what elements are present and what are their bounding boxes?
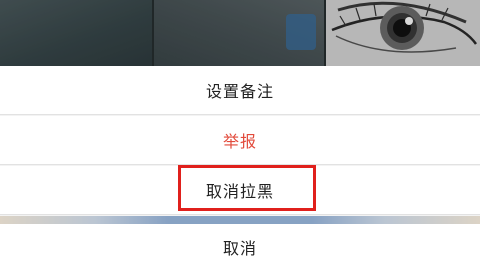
cancel-button[interactable]: 取消 <box>0 224 480 270</box>
background-peek <box>0 216 480 224</box>
set-remark-button[interactable]: 设置备注 <box>0 66 480 115</box>
photo-grid <box>0 0 480 66</box>
action-sheet: 设置备注 举报 取消拉黑 取消 <box>0 66 480 270</box>
report-button[interactable]: 举报 <box>0 116 480 165</box>
dim-overlay <box>0 0 480 66</box>
unblock-button[interactable]: 取消拉黑 <box>0 166 480 215</box>
